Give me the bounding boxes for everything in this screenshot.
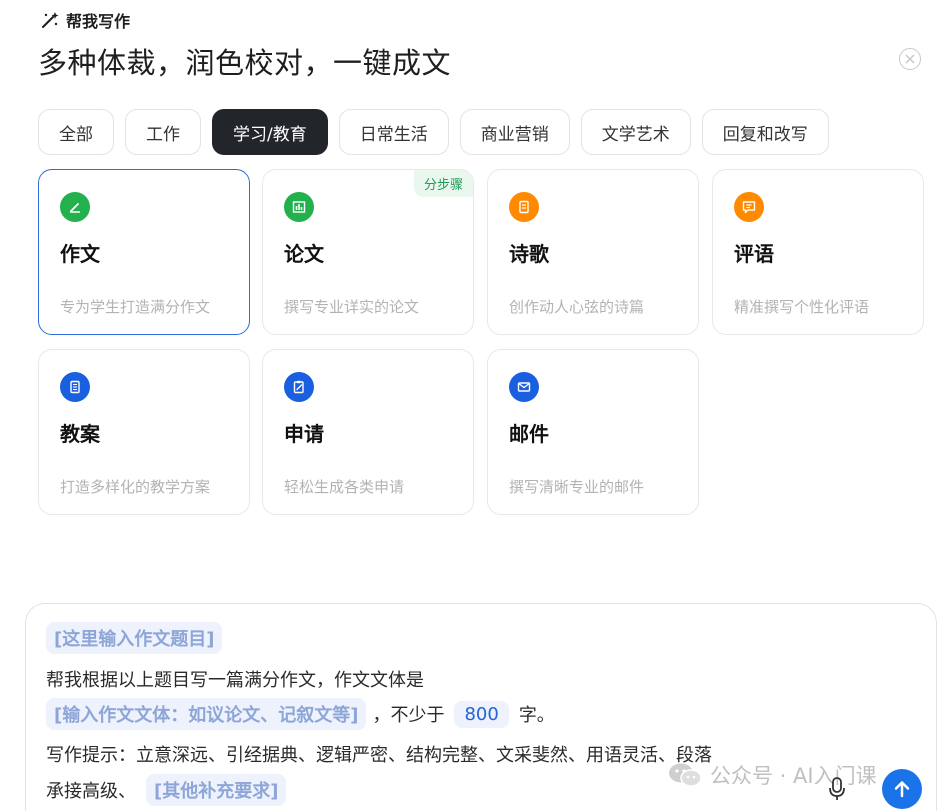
card-paper[interactable]: 分步骤 论文 撰写专业详实的论文 [262,169,474,335]
card-title: 作文 [60,242,100,266]
card-title: 论文 [284,242,324,266]
card-desc: 轻松生成各类申请 [284,478,405,496]
page-subtitle: 多种体裁，润色校对，一键成文 [38,46,452,80]
comment-icon [734,192,764,222]
card-desc: 创作动人心弦的诗篇 [509,298,645,316]
tab-business-marketing[interactable]: 商业营销 [459,109,570,155]
card-desc: 专为学生打造满分作文 [60,298,211,316]
card-desc: 打造多样化的教学方案 [60,478,211,496]
card-essay[interactable]: 作文 专为学生打造满分作文 [38,169,250,335]
card-lesson-plan[interactable]: 教案 打造多样化的教学方案 [38,349,250,515]
magic-wand-icon [42,12,59,28]
composer-line-3: [输入作文文体：如议论文、记叙文等] ，不少于 800 字。 [46,698,555,730]
card-poem[interactable]: 诗歌 创作动人心弦的诗篇 [487,169,699,335]
word-suffix-text: 字。 [518,705,555,726]
card-comment[interactable]: 评语 精准撰写个性化评语 [712,169,924,335]
card-title: 诗歌 [509,242,549,266]
document-icon [509,192,539,222]
category-tabs: 全部 工作 学习/教育 日常生活 商业营销 文学艺术 回复和改写 [38,109,829,155]
close-icon [905,54,915,64]
wechat-icon [669,763,702,787]
send-button[interactable] [882,769,922,809]
composer-line-1: [这里输入作文题目] [46,622,223,654]
topic-slot[interactable]: [这里输入作文题目] [46,622,223,654]
tab-daily-life[interactable]: 日常生活 [338,109,449,155]
hint-continuation: 承接高级、 [46,781,136,802]
notebook-icon [60,372,90,402]
tab-all[interactable]: 全部 [38,109,114,155]
card-desc: 精准撰写个性化评语 [734,298,870,316]
min-words-text: ，不少于 [372,705,445,726]
clipboard-edit-icon [284,372,314,402]
card-application[interactable]: 申请 轻松生成各类申请 [262,349,474,515]
step-badge: 分步骤 [413,170,473,197]
mail-icon [509,372,539,402]
watermark-text: 公众号 · AI入门课 [710,764,877,788]
card-title: 评语 [734,242,774,266]
tab-work[interactable]: 工作 [125,109,201,155]
bar-chart-icon [284,192,314,222]
page-header: 帮我写作 [40,8,130,32]
pen-icon [60,192,90,222]
composer-line-2: 帮我根据以上题目写一篇满分作文，作文文体是 [46,670,424,691]
tab-reply-rewrite[interactable]: 回复和改写 [701,109,829,155]
card-title: 教案 [60,422,100,446]
word-count-field[interactable]: 800 [454,700,509,728]
genre-slot[interactable]: [输入作文文体：如议论文、记叙文等] [46,698,367,730]
arrow-up-icon [894,781,910,798]
tab-study-education[interactable]: 学习/教育 [212,109,328,155]
microphone-icon[interactable] [826,776,848,802]
card-title: 邮件 [509,422,549,446]
composer-line-5: 承接高级、 [其他补充要求] [46,774,287,806]
tab-literature-art[interactable]: 文学艺术 [580,109,691,155]
card-title: 申请 [284,422,324,446]
composer-hint-line: 写作提示：立意深远、引经据典、逻辑严密、结构完整、文采斐然、用语灵活、段落 [46,745,712,766]
close-button[interactable] [899,48,921,70]
card-desc: 撰写清晰专业的邮件 [509,478,645,496]
header-title: 帮我写作 [66,12,131,31]
card-desc: 撰写专业详实的论文 [284,298,420,316]
card-email[interactable]: 邮件 撰写清晰专业的邮件 [487,349,699,515]
other-requirements-slot[interactable]: [其他补充要求] [146,774,287,806]
